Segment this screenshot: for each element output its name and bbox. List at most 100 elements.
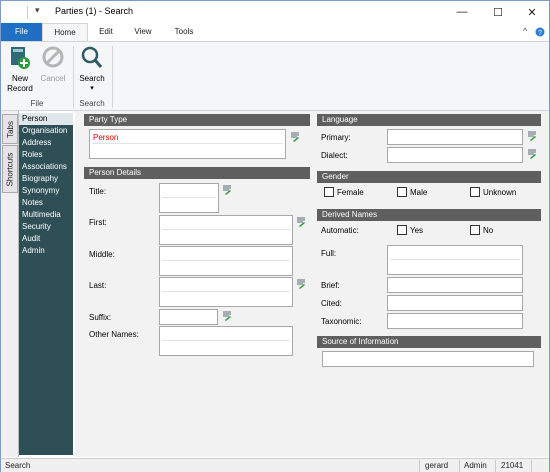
other-names-label: Other Names:	[89, 330, 139, 339]
party-type-field[interactable]: Person	[89, 129, 286, 159]
status-bar: Search gerard Admin 21041	[1, 458, 549, 472]
tab-file[interactable]: File	[1, 23, 42, 41]
edit-dialect-icon[interactable]	[527, 149, 537, 159]
dialect-label: Dialect:	[321, 151, 348, 160]
taxonomic-name-field[interactable]	[387, 313, 523, 329]
search-dropdown-icon[interactable]: ▾	[75, 84, 109, 94]
tab-view[interactable]: View	[124, 23, 162, 41]
maximize-button[interactable]: ☐	[481, 1, 515, 23]
gender-header: Gender	[317, 171, 541, 183]
tab-edit[interactable]: Edit	[88, 23, 124, 41]
cancel-label: Cancel	[40, 74, 66, 83]
nav-item-security[interactable]: Security	[19, 221, 73, 233]
side-tab-shortcuts-label: Shortcuts	[5, 152, 15, 186]
cited-name-field[interactable]	[387, 295, 523, 311]
person-details-header: Person Details	[84, 167, 310, 179]
nav-item-organisation[interactable]: Organisation	[19, 125, 73, 137]
male-label: Male	[410, 188, 428, 197]
nav-item-multimedia[interactable]: Multimedia	[19, 209, 73, 221]
edit-first-icon[interactable]	[296, 217, 306, 227]
status-mode: Search	[5, 461, 31, 470]
new-record-button[interactable]: New Record	[5, 45, 35, 94]
minimize-button[interactable]: —	[445, 1, 479, 23]
status-separator	[419, 460, 420, 472]
status-separator	[531, 460, 532, 472]
side-tab-tabs[interactable]: Tabs	[2, 114, 18, 144]
cancel-button[interactable]: Cancel	[37, 45, 69, 84]
record-tab-list: Person Organisation Address Roles Associ…	[19, 113, 73, 455]
collapse-ribbon-icon[interactable]: ^	[523, 26, 527, 36]
automatic-no-checkbox[interactable]	[470, 225, 480, 235]
ribbon: New Record Cancel File Search ▾ Search	[1, 41, 549, 111]
ribbon-group-file-label: File	[30, 99, 44, 108]
help-icon[interactable]: ?	[535, 27, 545, 37]
ribbon-tab-bar: File Home Edit View Tools ^ ?	[1, 23, 549, 41]
dialect-field[interactable]	[387, 147, 523, 163]
edit-title-icon[interactable]	[222, 185, 232, 195]
person-form: Party Type Person Person Details Title: …	[75, 111, 549, 457]
title-label: Title:	[89, 187, 107, 196]
unknown-checkbox[interactable]	[470, 187, 480, 197]
suffix-field[interactable]	[159, 309, 218, 325]
search-icon	[81, 46, 103, 68]
quick-access-dropdown-icon[interactable]: ▾	[35, 5, 40, 16]
nav-item-associations[interactable]: Associations	[19, 161, 73, 173]
status-separator	[495, 460, 496, 472]
new-record-label-1: New	[11, 74, 28, 83]
title-bar: ▾ Parties (1) - Search — ☐ ✕	[1, 1, 549, 23]
party-type-header: Party Type	[84, 114, 310, 126]
status-role: Admin	[464, 461, 487, 470]
nav-item-audit[interactable]: Audit	[19, 233, 73, 245]
taxonomic-label: Taxonomic:	[321, 317, 362, 326]
side-tab-shortcuts[interactable]: Shortcuts	[2, 145, 18, 193]
window-title: Parties (1) - Search	[55, 6, 134, 16]
nav-item-admin[interactable]: Admin	[19, 245, 73, 257]
cancel-icon	[42, 46, 64, 68]
edit-last-icon[interactable]	[296, 279, 306, 289]
application-window: ▾ Parties (1) - Search — ☐ ✕ File Home E…	[0, 0, 550, 472]
primary-label: Primary:	[321, 133, 351, 142]
nav-item-notes[interactable]: Notes	[19, 197, 73, 209]
close-button[interactable]: ✕	[515, 1, 549, 23]
title-field[interactable]	[159, 183, 219, 213]
edit-primary-language-icon[interactable]	[527, 131, 537, 141]
status-separator	[459, 460, 460, 472]
female-checkbox[interactable]	[324, 187, 334, 197]
nav-item-roles[interactable]: Roles	[19, 149, 73, 161]
middle-field[interactable]	[159, 246, 293, 276]
tab-tools[interactable]: Tools	[162, 23, 206, 41]
search-label: Search	[79, 74, 105, 83]
cited-label: Cited:	[321, 299, 342, 308]
side-tab-strip: Tabs Shortcuts	[1, 111, 19, 457]
first-label: First:	[89, 218, 107, 227]
brief-name-field[interactable]	[387, 277, 523, 293]
automatic-yes-checkbox[interactable]	[397, 225, 407, 235]
derived-names-header: Derived Names	[317, 209, 541, 221]
full-name-field[interactable]	[387, 245, 523, 275]
full-label: Full:	[321, 249, 337, 258]
other-names-field[interactable]	[159, 326, 293, 356]
nav-item-biography[interactable]: Biography	[19, 173, 73, 185]
side-tab-tabs-label: Tabs	[5, 120, 15, 138]
nav-item-person[interactable]: Person	[19, 113, 73, 125]
automatic-no-label: No	[483, 226, 494, 235]
last-field[interactable]	[159, 277, 293, 307]
source-of-information-header: Source of Information	[317, 336, 541, 348]
middle-label: Middle:	[89, 250, 115, 259]
brief-label: Brief:	[321, 281, 340, 290]
language-header: Language	[317, 114, 541, 126]
primary-language-field[interactable]	[387, 129, 523, 145]
source-of-information-field[interactable]	[322, 351, 534, 367]
edit-suffix-icon[interactable]	[222, 311, 232, 321]
tab-home[interactable]: Home	[42, 23, 88, 41]
nav-item-address[interactable]: Address	[19, 137, 73, 149]
party-type-value: Person	[93, 133, 119, 142]
suffix-label: Suffix:	[89, 313, 112, 322]
search-button[interactable]: Search ▾	[75, 45, 109, 94]
status-record-id: 21041	[501, 461, 524, 470]
nav-item-synonymy[interactable]: Synonymy	[19, 185, 73, 197]
status-user: gerard	[425, 461, 449, 470]
male-checkbox[interactable]	[397, 187, 407, 197]
edit-party-type-icon[interactable]	[290, 132, 300, 142]
first-field[interactable]	[159, 215, 293, 245]
